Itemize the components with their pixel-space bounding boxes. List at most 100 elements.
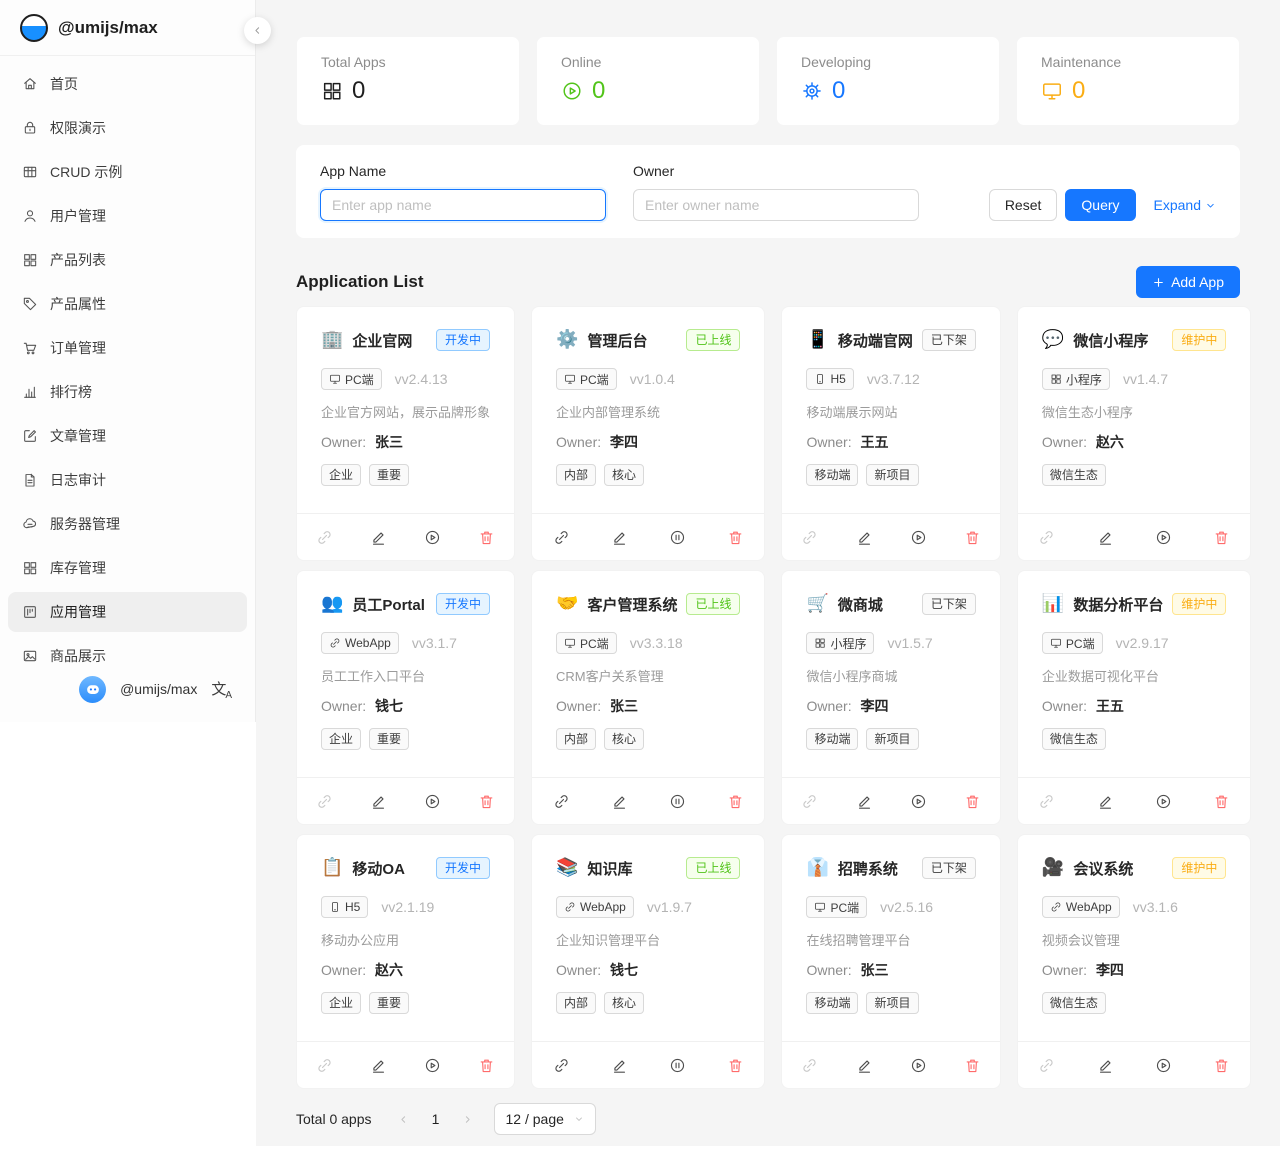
delete-icon[interactable] [460,514,514,560]
sidebar-menu-item[interactable]: 日志审计 [8,460,247,500]
edit-icon[interactable] [351,1042,405,1088]
delete-icon[interactable] [1192,778,1250,824]
sidebar-menu-item[interactable]: 订单管理 [8,328,247,368]
delete-icon[interactable] [706,778,764,824]
app-name-input[interactable] [320,189,606,221]
edit-icon[interactable] [351,514,405,560]
sidebar-menu-item[interactable]: 权限演示 [8,108,247,148]
stats-row: Total Apps 0 Online 0 Developing 0 Maint… [296,36,1240,126]
menu-item-label: 库存管理 [50,558,106,578]
platform-tag: 小程序 [1042,368,1110,390]
app-tag: 新项目 [866,728,918,750]
app-tag: 核心 [604,728,644,750]
sidebar-menu-item[interactable]: 库存管理 [8,548,247,588]
pause-circle-icon[interactable] [648,1042,706,1088]
next-page-button[interactable] [452,1103,484,1135]
owner-name: 钱七 [375,698,403,714]
app-version: vv2.9.17 [1116,635,1169,651]
play-circle-icon[interactable] [406,514,460,560]
app-tag: 内部 [556,728,596,750]
play-circle-icon[interactable] [406,778,460,824]
open-link-icon[interactable] [297,514,351,560]
owner-name: 钱七 [610,962,638,978]
edit-icon[interactable] [590,1042,648,1088]
delete-icon[interactable] [1192,1042,1250,1088]
app-description: 企业知识管理平台 [556,930,740,949]
pause-circle-icon[interactable] [648,514,706,560]
app-card: 🤝 客户管理系统 已上线 PC端 vv3.3.18 CRM客户关系管理 Owne… [531,570,765,825]
open-link-icon[interactable] [1018,778,1076,824]
status-badge: 已下架 [922,329,976,351]
edit-icon[interactable] [1076,514,1134,560]
sidebar-menu-item[interactable]: 应用管理 [8,592,247,632]
open-link-icon[interactable] [1018,1042,1076,1088]
app-card: 🎥 会议系统 维护中 WebApp vv3.1.6 视频会议管理 Owner: … [1017,834,1251,1089]
stat-value: 0 [592,77,605,105]
edit-icon[interactable] [590,778,648,824]
play-circle-icon[interactable] [1134,778,1192,824]
pause-circle-icon[interactable] [648,778,706,824]
delete-icon[interactable] [946,1042,1000,1088]
app-emoji-icon: 📱 [806,331,828,349]
play-circle-icon[interactable] [891,778,945,824]
edit-icon[interactable] [590,514,648,560]
sidebar-collapse-button[interactable] [244,17,271,44]
reset-button[interactable]: Reset [989,189,1058,221]
user-avatar[interactable] [79,676,106,703]
plus-icon [1152,276,1165,289]
card-actions [297,777,514,824]
sidebar-menu-item[interactable]: 文章管理 [8,416,247,456]
delete-icon[interactable] [946,778,1000,824]
play-circle-icon[interactable] [1134,1042,1192,1088]
play-circle-icon[interactable] [1134,514,1192,560]
app-tag: 企业 [321,464,361,486]
sidebar-menu-item[interactable]: 用户管理 [8,196,247,236]
edit-icon[interactable] [351,778,405,824]
edit-icon[interactable] [837,1042,891,1088]
edit-icon[interactable] [1076,778,1134,824]
sidebar-menu-item[interactable]: 服务器管理 [8,504,247,544]
translate-icon[interactable]: 文A [211,678,231,701]
sidebar-menu-item[interactable]: CRUD 示例 [8,152,247,192]
list-header: Application List Add App [296,266,1240,298]
page-size-select[interactable]: 12 / page [494,1103,596,1135]
owner-label: Owner: [1042,962,1087,978]
delete-icon[interactable] [460,1042,514,1088]
edit-icon[interactable] [837,778,891,824]
app-tag: 核心 [604,464,644,486]
play-circle-icon[interactable] [891,1042,945,1088]
expand-toggle[interactable]: Expand [1154,197,1216,213]
open-link-icon[interactable] [782,1042,836,1088]
delete-icon[interactable] [946,514,1000,560]
delete-icon[interactable] [706,514,764,560]
app-tag: 微信生态 [1042,992,1106,1014]
delete-icon[interactable] [706,1042,764,1088]
edit-icon[interactable] [1076,1042,1134,1088]
prev-page-button[interactable] [388,1103,420,1135]
owner-label: Owner: [321,962,366,978]
open-link-icon[interactable] [532,1042,590,1088]
platform-label: 小程序 [830,635,866,652]
open-link-icon[interactable] [297,778,351,824]
platform-label: WebApp [345,636,391,650]
open-link-icon[interactable] [782,514,836,560]
play-circle-icon[interactable] [891,514,945,560]
edit-icon[interactable] [837,514,891,560]
open-link-icon[interactable] [782,778,836,824]
query-button[interactable]: Query [1065,189,1135,221]
delete-icon[interactable] [1192,514,1250,560]
sidebar-menu-item[interactable]: 排行榜 [8,372,247,412]
open-link-icon[interactable] [297,1042,351,1088]
current-page[interactable]: 1 [420,1103,452,1135]
sidebar-menu-item[interactable]: 产品列表 [8,240,247,280]
delete-icon[interactable] [460,778,514,824]
play-circle-icon[interactable] [406,1042,460,1088]
open-link-icon[interactable] [532,514,590,560]
app-tag: 内部 [556,992,596,1014]
owner-input[interactable] [633,189,919,221]
open-link-icon[interactable] [532,778,590,824]
sidebar-menu-item[interactable]: 首页 [8,64,247,104]
add-app-button[interactable]: Add App [1136,266,1240,298]
sidebar-menu-item[interactable]: 产品属性 [8,284,247,324]
open-link-icon[interactable] [1018,514,1076,560]
